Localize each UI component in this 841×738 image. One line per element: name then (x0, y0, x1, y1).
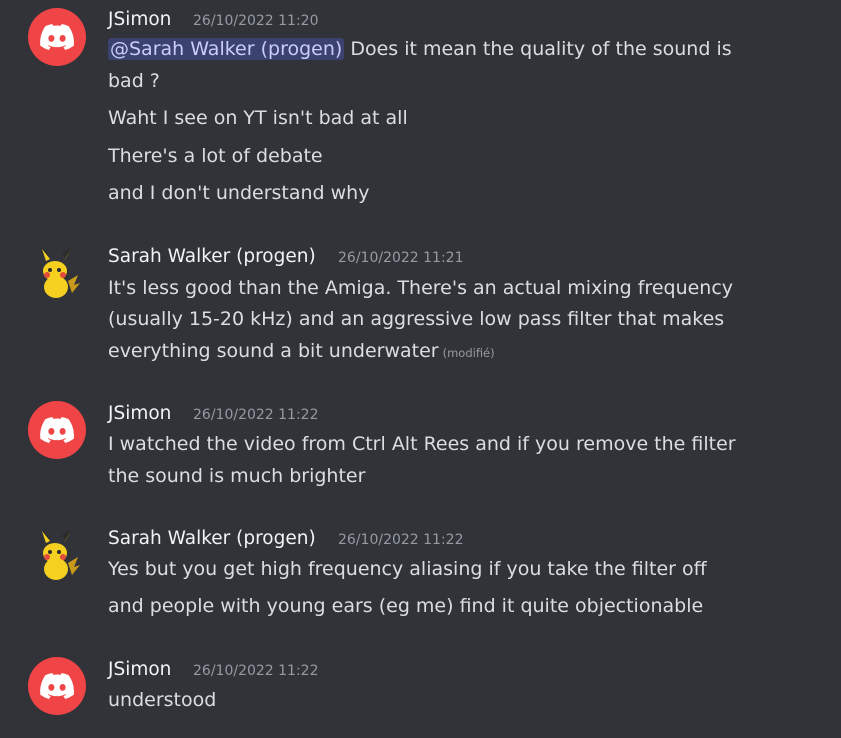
timestamp: 26/10/2022 11:22 (193, 407, 319, 423)
message-text: everything sound a bit underwater (108, 340, 439, 362)
timestamp: 26/10/2022 11:20 (193, 13, 319, 29)
pikachu-icon (42, 247, 80, 298)
avatar[interactable] (28, 657, 86, 715)
message-line: It's less good than the Amiga. There's a… (108, 277, 734, 299)
message-text: Does it mean the quality of the sound is (344, 38, 732, 60)
timestamp: 26/10/2022 11:21 (338, 250, 464, 266)
timestamp: 26/10/2022 11:22 (338, 532, 464, 548)
avatar[interactable] (28, 527, 86, 585)
message-line: I watched the video from Ctrl Alt Rees a… (108, 433, 736, 455)
username[interactable]: JSimon (108, 659, 171, 680)
username[interactable]: Sarah Walker (progen) (108, 528, 316, 549)
message-line: There's a lot of debate (108, 145, 323, 167)
message-line: (usually 15-20 kHz) and an aggressive lo… (108, 308, 725, 330)
message-line: everything sound a bit underwater (modifi… (108, 340, 495, 362)
message-line: Waht I see on YT isn't bad at all (108, 107, 408, 129)
username[interactable]: JSimon (108, 403, 171, 424)
message-line: understood (108, 689, 217, 711)
discord-logo-icon (40, 24, 74, 50)
message-line: @Sarah Walker (progen) Does it mean the … (108, 38, 732, 60)
username[interactable]: JSimon (108, 9, 171, 30)
username[interactable]: Sarah Walker (progen) (108, 246, 316, 267)
discord-logo-icon (40, 417, 74, 443)
message-line: the sound is much brighter (108, 465, 366, 487)
user-mention[interactable]: @Sarah Walker (progen) (108, 38, 345, 60)
message-line: and I don't understand why (108, 182, 370, 204)
message-line: bad ? (108, 70, 160, 92)
avatar[interactable] (28, 401, 86, 459)
discord-logo-icon (40, 673, 74, 699)
avatar[interactable] (28, 8, 86, 66)
avatar[interactable] (28, 245, 86, 303)
message-line: and people with young ears (eg me) find … (108, 595, 704, 617)
message-line: Yes but you get high frequency aliasing … (108, 558, 707, 580)
pikachu-icon (42, 529, 80, 580)
timestamp: 26/10/2022 11:22 (193, 663, 319, 679)
edited-label: (modifié) (442, 346, 495, 360)
